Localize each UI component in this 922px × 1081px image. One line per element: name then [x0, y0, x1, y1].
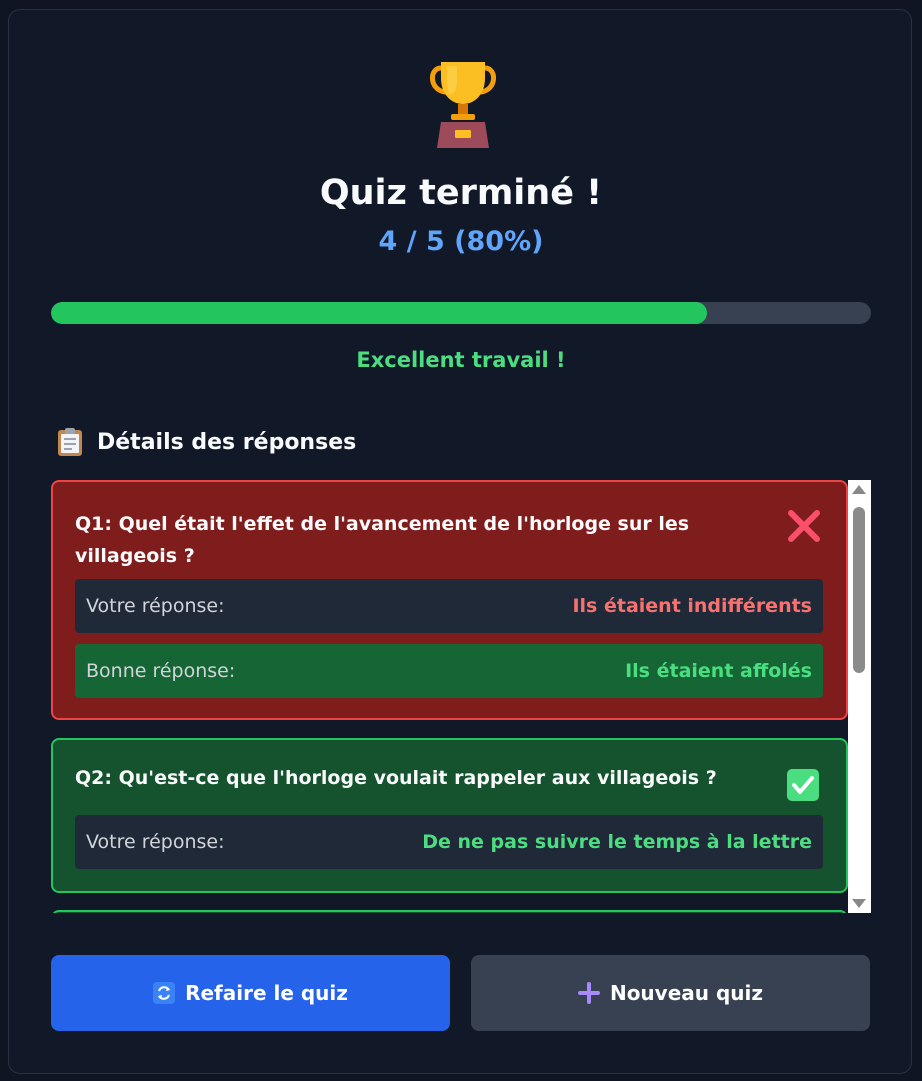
your-answer-value: Ils étaient indifférents	[572, 595, 812, 617]
clipboard-icon	[58, 428, 82, 456]
scroll-up-icon[interactable]	[852, 485, 866, 494]
details-title: Détails des réponses	[97, 429, 357, 455]
answer-card-q1: Q1: Quel était l'effet de l'avancement d…	[51, 480, 848, 720]
correct-answer-label: Bonne réponse:	[86, 660, 236, 682]
your-answer-value: De ne pas suivre le temps à la lettre	[422, 831, 812, 853]
your-answer-row: Votre réponse: De ne pas suivre le temps…	[75, 815, 823, 869]
quiz-result-card: Quiz terminé ! 4 / 5 (80%) Excellent tra…	[8, 9, 912, 1074]
new-quiz-button[interactable]: Nouveau quiz	[471, 955, 870, 1031]
your-answer-label: Votre réponse:	[86, 831, 225, 853]
refresh-icon	[153, 982, 176, 1004]
feedback-message: Excellent travail !	[356, 348, 566, 372]
correct-answer-row: Bonne réponse: Ils étaient affolés	[75, 644, 823, 698]
question-text: Q2: Qu'est-ce que l'horloge voulait rapp…	[75, 767, 717, 789]
result-title: Quiz terminé !	[319, 173, 603, 213]
answers-scroll-area[interactable]: Q1: Quel était l'effet de l'avancement d…	[51, 480, 871, 913]
correct-answer-value: Ils étaient affolés	[625, 660, 812, 682]
your-answer-row: Votre réponse: Ils étaient indifférents	[75, 579, 823, 633]
answer-card-q3	[51, 910, 848, 913]
score-progress-bar	[51, 302, 871, 324]
plus-icon	[577, 982, 600, 1004]
your-answer-label: Votre réponse:	[86, 595, 225, 617]
answer-card-q2: Q2: Qu'est-ce que l'horloge voulait rapp…	[51, 738, 848, 893]
retry-quiz-button[interactable]: Refaire le quiz	[51, 955, 450, 1031]
trophy-icon	[430, 62, 496, 148]
details-header: Détails des réponses	[57, 424, 356, 460]
score-progress-fill	[51, 302, 707, 324]
score-text: 4 / 5 (80%)	[378, 226, 544, 257]
new-quiz-label: Nouveau quiz	[609, 981, 764, 1005]
scrollbar-thumb[interactable]	[853, 507, 865, 673]
check-icon	[787, 769, 819, 801]
question-text: Q1: Quel était l'effet de l'avancement d…	[75, 513, 690, 567]
scroll-down-icon[interactable]	[852, 899, 866, 908]
answers-scrollbar[interactable]	[848, 480, 871, 913]
retry-quiz-label: Refaire le quiz	[185, 981, 348, 1005]
cross-icon	[788, 510, 820, 542]
